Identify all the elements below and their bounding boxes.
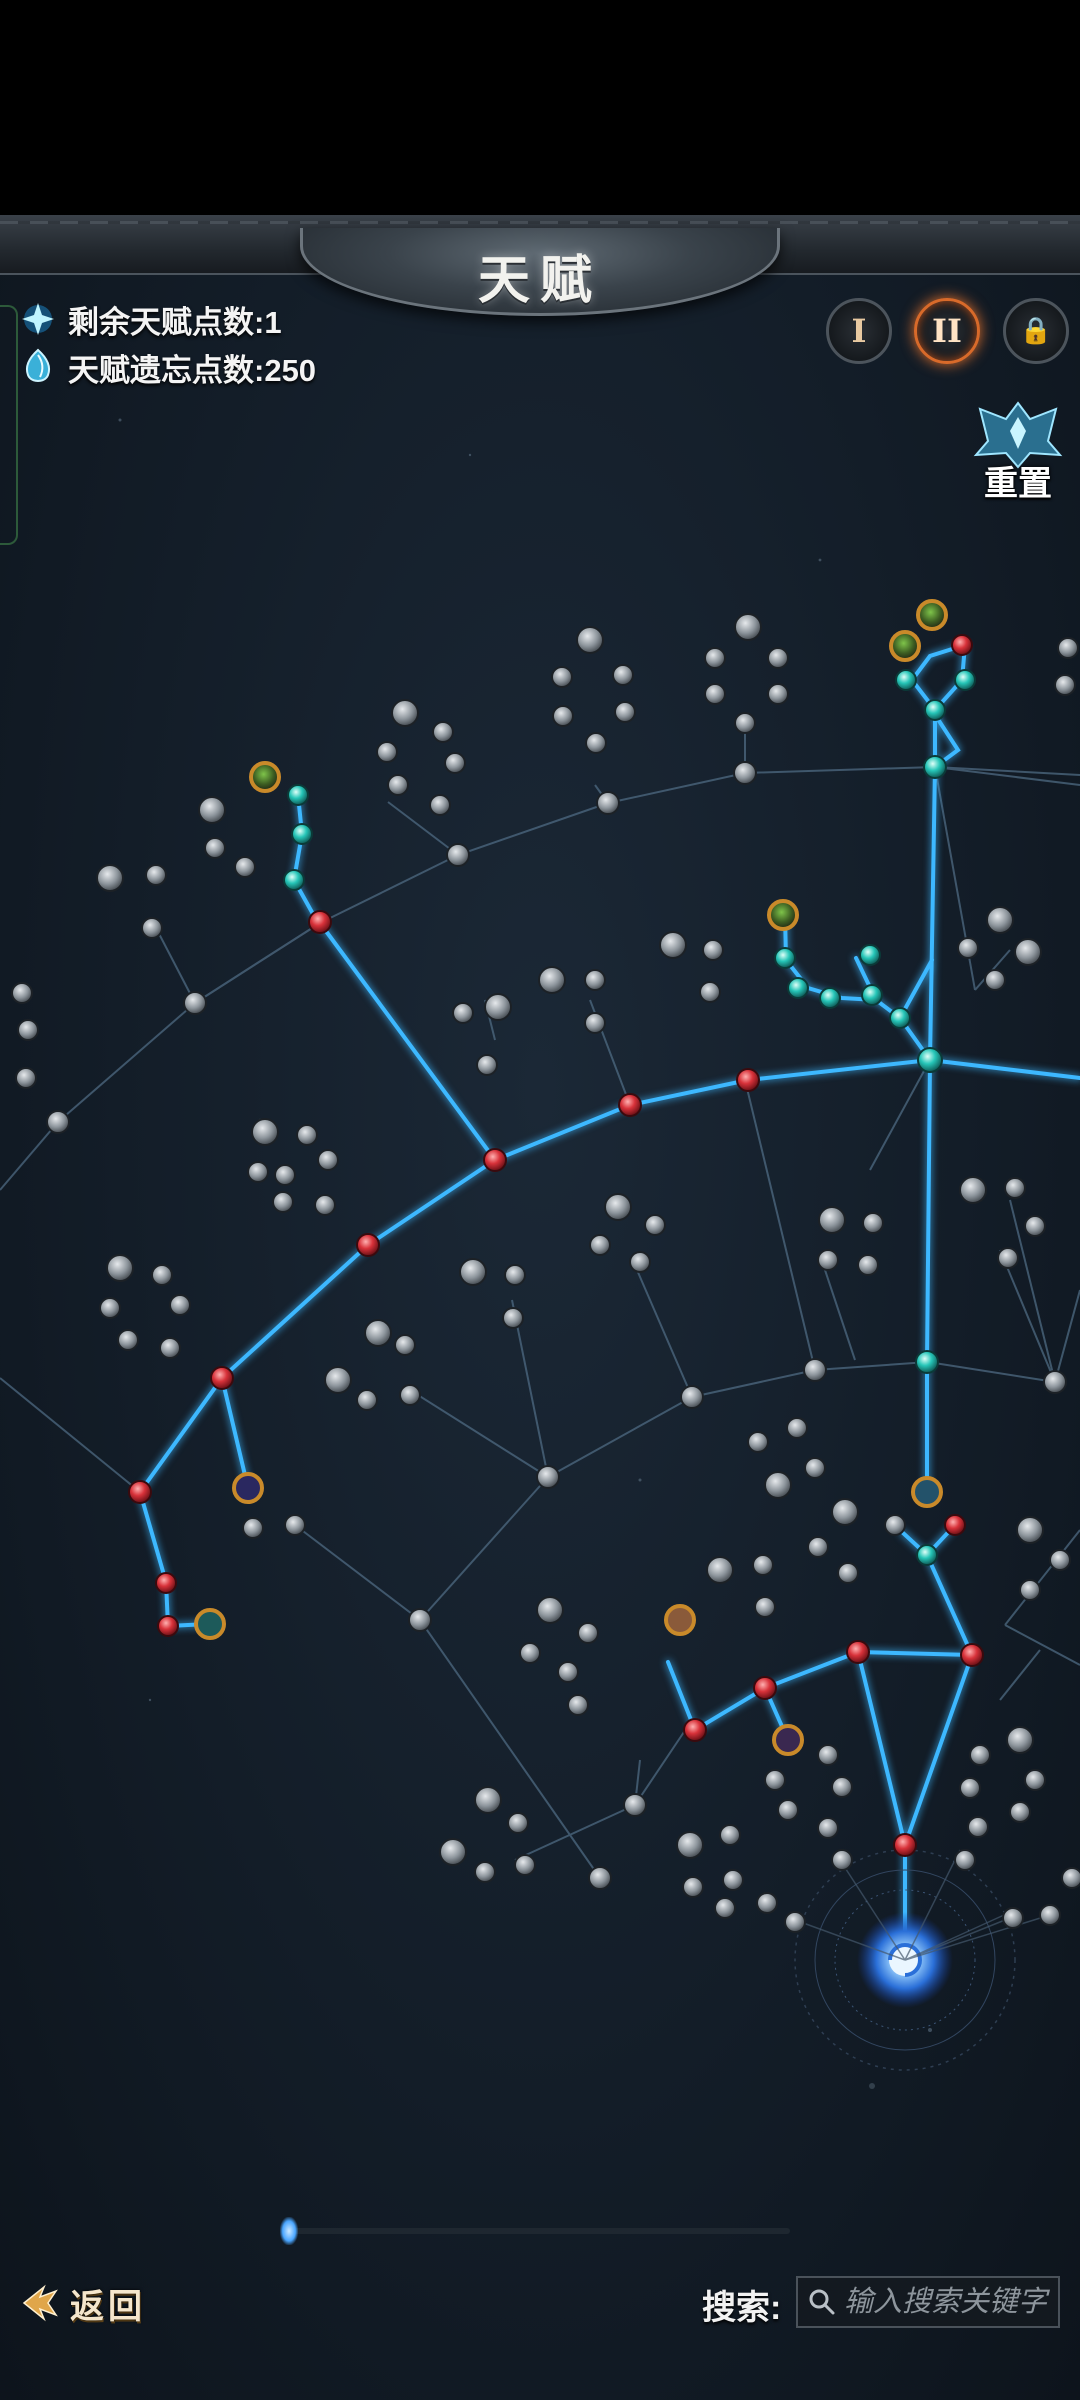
talent-node[interactable] — [916, 599, 948, 631]
inactive-links — [0, 712, 1080, 1879]
talent-node[interactable] — [287, 784, 309, 806]
talent-node[interactable] — [128, 1480, 152, 1504]
page-button-locked[interactable]: 🔒 — [1003, 298, 1069, 364]
gray-nodes[interactable] — [11, 613, 1080, 1933]
talent-node[interactable] — [819, 987, 841, 1009]
back-label: 返回 — [70, 2286, 146, 2327]
talent-node[interactable] — [960, 1643, 984, 1667]
reset-label: 重置 — [984, 464, 1052, 504]
talent-node[interactable] — [944, 1514, 966, 1536]
back-arrow-icon — [22, 2284, 58, 2322]
keystone-nodes[interactable] — [194, 599, 948, 1756]
talent-node[interactable] — [291, 823, 313, 845]
search-field[interactable] — [796, 2276, 1060, 2328]
talent-node[interactable] — [954, 669, 976, 691]
search-label: 搜索: — [702, 2289, 782, 2327]
talent-node[interactable] — [483, 1148, 507, 1172]
talent-node[interactable] — [911, 1476, 943, 1508]
left-edge-tab[interactable] — [0, 305, 18, 545]
remaining-points-text: 剩余天赋点数:1 — [68, 304, 282, 340]
search-input[interactable] — [844, 2285, 1054, 2319]
talent-node[interactable] — [846, 1640, 870, 1664]
teal-nodes[interactable] — [197, 669, 976, 1635]
blue-crystal-icon — [18, 347, 58, 387]
talent-node[interactable] — [194, 1608, 226, 1640]
talent-node[interactable] — [308, 910, 332, 934]
talent-node[interactable] — [157, 1615, 179, 1637]
talent-node[interactable] — [861, 984, 883, 1006]
talent-node[interactable] — [767, 899, 799, 931]
talent-node[interactable] — [283, 869, 305, 891]
back-button[interactable]: 返回 — [18, 2278, 146, 2328]
talent-node[interactable] — [859, 944, 881, 966]
talent-node[interactable] — [618, 1093, 642, 1117]
talent-node[interactable] — [736, 1068, 760, 1092]
talent-node[interactable] — [889, 1007, 911, 1029]
talent-node[interactable] — [917, 1047, 943, 1073]
blue-star-gem-icon — [18, 299, 58, 339]
talent-node[interactable] — [356, 1233, 380, 1257]
remaining-points-row: 剩余天赋点数:1 — [18, 295, 316, 343]
talent-node[interactable] — [916, 1544, 938, 1566]
talent-node[interactable] — [683, 1718, 707, 1742]
forget-points-text: 天赋遗忘点数:250 — [68, 352, 317, 388]
talent-node[interactable] — [753, 1676, 777, 1700]
talent-node[interactable] — [915, 1350, 939, 1374]
talent-node[interactable] — [893, 1833, 917, 1857]
talent-node[interactable] — [155, 1572, 177, 1594]
talent-node[interactable] — [787, 977, 809, 999]
page-button-1[interactable]: I — [826, 298, 892, 364]
page-button-2[interactable]: II — [914, 298, 980, 364]
lock-icon: 🔒 — [1019, 316, 1053, 346]
talent-node[interactable] — [249, 761, 281, 793]
star-dust — [118, 418, 932, 2089]
talent-node[interactable] — [774, 947, 796, 969]
magnifier-icon — [809, 2289, 835, 2315]
horizontal-scroll-thumb[interactable] — [280, 2217, 298, 2245]
talent-node[interactable] — [895, 669, 917, 691]
talent-node[interactable] — [923, 755, 947, 779]
talent-points-panel: 剩余天赋点数:1 天赋遗忘点数:250 — [18, 295, 316, 391]
talent-node[interactable] — [889, 630, 921, 662]
active-links — [138, 643, 1080, 1957]
talent-node[interactable] — [210, 1366, 234, 1390]
talent-node[interactable] — [951, 634, 973, 656]
horizontal-scroll-track[interactable] — [290, 2228, 790, 2234]
talent-node[interactable] — [232, 1472, 264, 1504]
talent-node[interactable] — [772, 1724, 804, 1756]
talent-node[interactable] — [924, 699, 946, 721]
talent-node[interactable] — [664, 1604, 696, 1636]
forget-points-row: 天赋遗忘点数:250 — [18, 343, 316, 391]
red-nodes[interactable] — [128, 634, 984, 1857]
